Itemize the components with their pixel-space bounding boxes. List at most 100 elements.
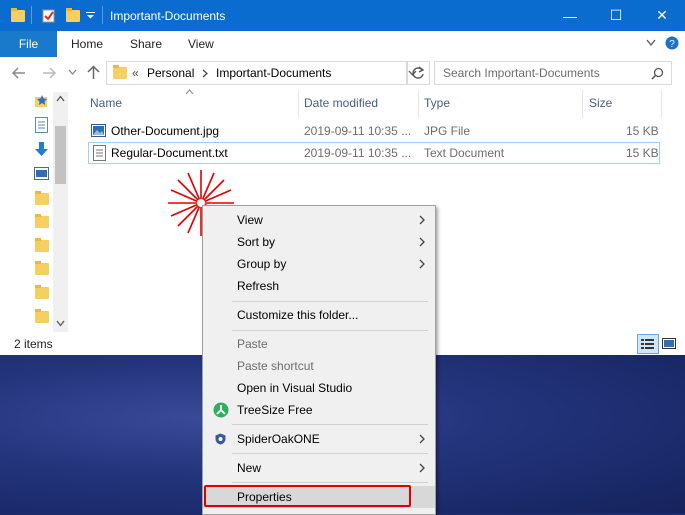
menu-item-group-by[interactable]: Group by	[203, 253, 435, 275]
file-date: 2019-09-11 10:35 ...	[304, 124, 412, 138]
window-title: Important-Documents	[110, 9, 226, 23]
menu-item-label: View	[237, 213, 263, 227]
document-icon[interactable]	[35, 117, 48, 133]
refresh-button[interactable]	[406, 61, 430, 85]
file-row[interactable]: Other-Document.jpg 2019-09-11 10:35 ... …	[88, 121, 659, 141]
large-icons-view-button[interactable]	[659, 334, 679, 352]
menu-separator	[232, 453, 428, 454]
scroll-thumb[interactable]	[55, 126, 66, 184]
sort-ascending-icon	[185, 89, 194, 95]
file-size: 15 KB	[626, 146, 659, 160]
svg-text:?: ?	[669, 39, 675, 50]
overflow-chevron[interactable]: «	[132, 66, 139, 80]
divider	[31, 6, 32, 24]
maximize-button[interactable]: ☐	[593, 0, 639, 31]
column-divider[interactable]	[418, 90, 419, 118]
recent-locations-icon[interactable]	[68, 69, 77, 76]
quick-access-icon[interactable]	[34, 94, 49, 109]
ribbon: File Home Share View ?	[0, 31, 685, 58]
new-folder-qat-icon[interactable]	[66, 8, 80, 22]
image-file-icon	[91, 124, 106, 137]
menu-item-customize-folder[interactable]: Customize this folder...	[203, 304, 435, 326]
menu-separator	[232, 330, 428, 331]
column-divider[interactable]	[298, 90, 299, 118]
help-icon[interactable]: ?	[665, 36, 679, 50]
folder-icon[interactable]	[35, 309, 49, 323]
folder-icon[interactable]	[35, 238, 49, 252]
menu-item-view[interactable]: View	[203, 209, 435, 231]
menu-item-label: SpiderOakONE	[237, 432, 320, 446]
menu-item-new[interactable]: New	[203, 457, 435, 479]
submenu-arrow-icon	[419, 215, 425, 225]
column-name[interactable]: Name	[90, 96, 122, 110]
menu-item-label: Refresh	[237, 279, 280, 293]
submenu-arrow-icon	[419, 434, 425, 444]
expand-ribbon-icon[interactable]	[646, 39, 656, 47]
text-file-icon	[93, 145, 106, 161]
scroll-up-icon[interactable]	[56, 95, 65, 102]
menu-item-label: Paste	[237, 337, 268, 351]
tab-file[interactable]: File	[0, 31, 57, 57]
file-date: 2019-09-11 10:35 ...	[304, 146, 412, 160]
menu-item-open-in-visual-studio[interactable]: Open in Visual Studio	[203, 377, 435, 399]
breadcrumb-personal[interactable]: Personal	[147, 66, 194, 80]
folder-icon[interactable]	[35, 191, 49, 205]
search-box[interactable]: Search Important-Documents	[434, 61, 672, 85]
scroll-down-icon[interactable]	[56, 320, 65, 327]
menu-item-label: New	[237, 461, 262, 475]
menu-item-paste: Paste	[203, 333, 435, 355]
highlight-box	[204, 485, 411, 507]
submenu-arrow-icon	[419, 463, 425, 473]
pictures-icon[interactable]	[34, 167, 49, 180]
tab-home[interactable]: Home	[71, 37, 103, 51]
forward-arrow-icon[interactable]	[42, 67, 56, 79]
breadcrumb-separator-icon[interactable]	[202, 69, 208, 78]
file-row-selected[interactable]: Regular-Document.txt 2019-09-11 10:35 ..…	[88, 142, 660, 164]
spideroak-shield-icon	[215, 433, 226, 445]
properties-qat-icon[interactable]	[42, 8, 56, 23]
column-date-modified[interactable]: Date modified	[304, 96, 378, 110]
download-arrow-icon[interactable]	[34, 142, 49, 157]
menu-separator	[232, 424, 428, 425]
menu-item-label: Customize this folder...	[237, 308, 359, 322]
tab-view[interactable]: View	[188, 37, 214, 51]
menu-item-label: Group by	[237, 257, 287, 271]
divider	[102, 6, 103, 24]
item-count: 2 items	[14, 337, 53, 351]
minimize-button[interactable]: —	[547, 0, 593, 31]
file-size: 15 KB	[626, 124, 659, 138]
menu-item-label: Paste shortcut	[237, 359, 314, 373]
file-name: Other-Document.jpg	[111, 124, 220, 138]
menu-item-sort-by[interactable]: Sort by	[203, 231, 435, 253]
refresh-icon	[412, 66, 425, 79]
folder-icon	[11, 8, 25, 22]
folder-icon[interactable]	[35, 214, 49, 228]
close-button[interactable]: ✕	[639, 0, 685, 31]
address-bar[interactable]: « Personal Important-Documents	[106, 61, 417, 85]
search-input[interactable]: Search Important-Documents	[443, 66, 600, 80]
up-arrow-icon[interactable]	[87, 65, 100, 80]
menu-item-treesize-free[interactable]: TreeSize Free	[203, 399, 435, 421]
back-arrow-icon[interactable]	[12, 67, 26, 79]
search-icon[interactable]	[651, 67, 664, 80]
menu-item-label: TreeSize Free	[237, 403, 313, 417]
file-type: JPG File	[424, 124, 471, 138]
menu-item-spideroakone[interactable]: SpiderOakONE	[203, 428, 435, 450]
navigation-scrollbar[interactable]	[53, 92, 68, 332]
qat-customize-icon[interactable]	[86, 12, 95, 19]
menu-item-refresh[interactable]: Refresh	[203, 275, 435, 297]
submenu-arrow-icon	[419, 259, 425, 269]
menu-separator	[232, 301, 428, 302]
column-size[interactable]: Size	[589, 96, 612, 110]
details-view-button[interactable]	[637, 334, 659, 354]
column-divider[interactable]	[661, 90, 662, 118]
context-menu: View Sort by Group by Refresh Customize …	[202, 205, 436, 515]
folder-icon	[113, 65, 127, 79]
folder-icon[interactable]	[35, 261, 49, 275]
column-type[interactable]: Type	[424, 96, 450, 110]
tab-share[interactable]: Share	[130, 37, 162, 51]
breadcrumb-current[interactable]: Important-Documents	[216, 66, 331, 80]
folder-icon[interactable]	[35, 285, 49, 299]
column-divider[interactable]	[582, 90, 583, 118]
menu-item-label: Sort by	[237, 235, 276, 249]
